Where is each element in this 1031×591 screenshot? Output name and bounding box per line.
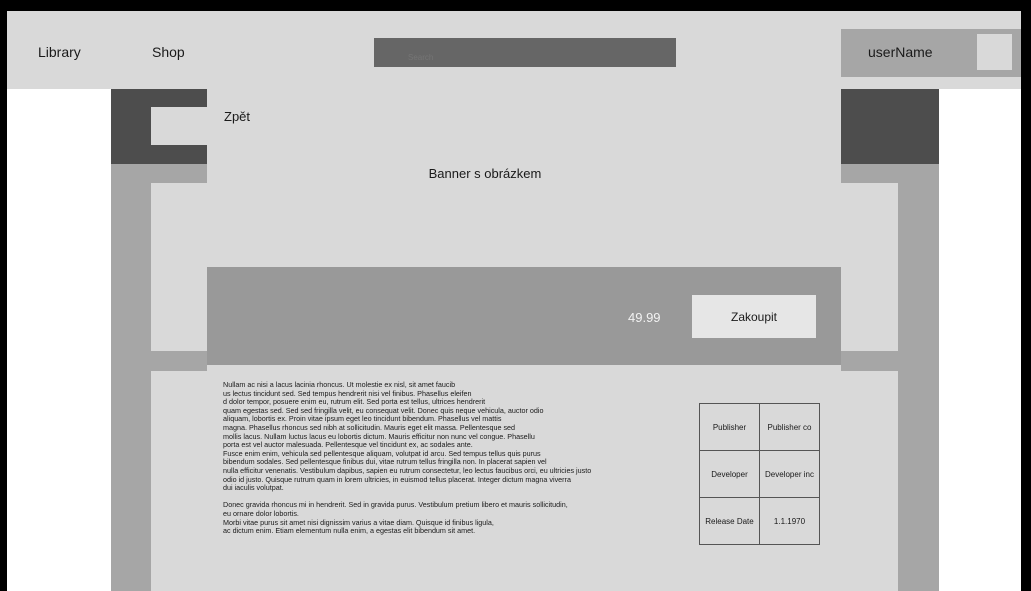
window-frame-left bbox=[0, 0, 7, 591]
description-paragraph: Donec gravida rhoncus mi in hendrerit. S… bbox=[223, 500, 568, 536]
nav-shop-link[interactable]: Shop bbox=[152, 44, 185, 60]
game-description: Nullam ac nisi a lacus lacinia rhoncus. … bbox=[223, 380, 683, 544]
description-paragraph: Nullam ac nisi a lacus lacinia rhoncus. … bbox=[223, 380, 592, 493]
nav-library-link[interactable]: Library bbox=[38, 44, 81, 60]
window-frame-top bbox=[0, 0, 1031, 11]
background-card bbox=[840, 183, 898, 351]
info-row-publisher: Publisher Publisher co bbox=[699, 403, 820, 451]
info-label: Developer bbox=[699, 450, 760, 498]
top-navbar: Library Shop userName bbox=[7, 11, 1021, 89]
user-menu[interactable]: userName bbox=[841, 29, 1021, 77]
buy-button[interactable]: Zakoupit bbox=[692, 295, 816, 338]
info-label: Release Date bbox=[699, 497, 760, 545]
price-label: 49.99 bbox=[628, 310, 661, 325]
game-detail-panel: Zpět Banner s obrázkem 49.99 Zakoupit Nu… bbox=[207, 89, 841, 591]
info-row-release-date: Release Date 1.1.1970 bbox=[699, 497, 820, 545]
back-button[interactable]: Zpět bbox=[224, 109, 250, 124]
window-frame-right bbox=[1021, 0, 1031, 591]
background-card bbox=[840, 371, 898, 591]
info-value: Publisher co bbox=[759, 403, 820, 451]
info-value: Developer inc bbox=[759, 450, 820, 498]
purchase-bar: 49.99 Zakoupit bbox=[207, 267, 841, 365]
user-name: userName bbox=[868, 44, 933, 60]
avatar[interactable] bbox=[977, 34, 1012, 70]
game-info-table: Publisher Publisher co Developer Develop… bbox=[699, 403, 820, 545]
background-card bbox=[151, 183, 211, 351]
background-card bbox=[151, 107, 211, 145]
info-value: 1.1.1970 bbox=[759, 497, 820, 545]
info-label: Publisher bbox=[699, 403, 760, 451]
banner-image-placeholder: Banner s obrázkem bbox=[428, 166, 542, 181]
info-row-developer: Developer Developer inc bbox=[699, 450, 820, 498]
background-card bbox=[151, 371, 211, 591]
search-input[interactable] bbox=[374, 38, 676, 67]
